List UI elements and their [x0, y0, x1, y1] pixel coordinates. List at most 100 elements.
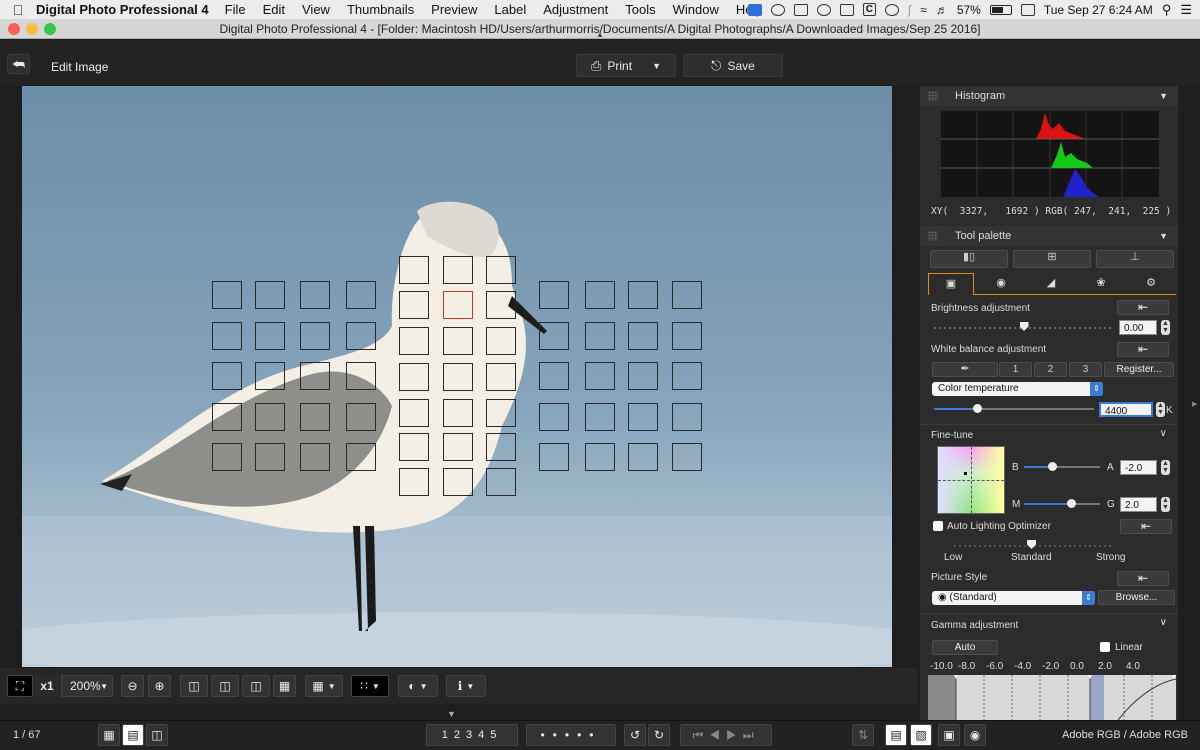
tab-tone-curve[interactable]: ◢ [1028, 273, 1074, 295]
chevron-down-icon[interactable]: ▼ [652, 61, 661, 71]
label-controls[interactable]: ••••• [526, 724, 616, 746]
volume-icon[interactable]: ♬ [936, 3, 948, 17]
menu-preview[interactable]: Preview [431, 2, 477, 17]
magenta-green-handle[interactable] [1067, 499, 1077, 508]
rotate-left-button[interactable]: ↺ [624, 724, 646, 746]
rating-2[interactable]: 2 [454, 729, 466, 741]
rotate-right-button[interactable]: ↻ [648, 724, 670, 746]
battery-icon[interactable] [989, 4, 1012, 15]
wb-preset-2[interactable]: 2 [1034, 362, 1067, 377]
color-balance-grid[interactable] [937, 446, 1005, 514]
gamma-auto-button[interactable]: Auto [932, 640, 998, 655]
edit-image-window-button[interactable]: ▤ [885, 724, 907, 746]
document-icon[interactable] [839, 3, 854, 16]
menu-adjustment[interactable]: Adjustment [543, 2, 608, 17]
navigation-controls[interactable]: ⏮◀▶⏭ [680, 724, 772, 746]
panel-expand-arrow-icon[interactable]: ▶ [1192, 400, 1197, 408]
brightness-value[interactable]: 0.00 [1119, 320, 1157, 335]
menu-thumbnails[interactable]: Thumbnails [347, 2, 414, 17]
fit-view-button[interactable]: ▣ [938, 724, 960, 746]
bluetooth-icon[interactable]: ∫ [908, 3, 911, 17]
notification-center-icon[interactable]: ☰ [1180, 2, 1192, 18]
rating-3[interactable]: 3 [466, 729, 478, 741]
expand-thumbnails-icon[interactable]: ▼ [447, 709, 456, 719]
tab-basic-adjustment[interactable]: ▣ [928, 273, 974, 295]
tab-color[interactable]: ❀ [1078, 273, 1124, 295]
zoom-x1-button[interactable]: x1 [34, 675, 60, 697]
double-chevron-icon[interactable]: ∨ [1160, 617, 1167, 628]
wifi-icon[interactable]: ≈ [920, 3, 927, 17]
dropbox-icon[interactable] [747, 3, 762, 16]
color-balance-point[interactable] [964, 472, 967, 475]
filmstrip-bottom-button[interactable]: ▤ [122, 724, 144, 746]
gamma-curve-graph[interactable] [928, 675, 1176, 720]
zoom-out-button[interactable]: ⊖ [121, 675, 144, 697]
sync-icon[interactable] [770, 3, 785, 16]
double-chevron-icon[interactable]: ∨ [1160, 428, 1167, 439]
crop-tool-button[interactable]: ⊞ [1013, 250, 1091, 268]
chevron-down-icon[interactable]: ▼ [1159, 86, 1168, 106]
zoom-in-button[interactable]: ⊕ [148, 675, 171, 697]
tab-detail[interactable]: ◉ [978, 273, 1024, 295]
compare-view-button[interactable]: ◫ [242, 675, 270, 697]
print-button[interactable]: ⎙ Print ▼ [576, 54, 676, 77]
menu-view[interactable]: View [302, 2, 330, 17]
menubar-clock[interactable]: Tue Sep 27 6:24 AM [1044, 3, 1153, 17]
brightness-slider-handle[interactable] [1019, 322, 1029, 331]
picture-style-select[interactable]: ◉ (Standard) ⇕ [932, 591, 1095, 605]
globe-icon[interactable] [884, 3, 899, 16]
white-balance-reset-button[interactable]: ⇤ [1117, 342, 1169, 357]
spotlight-search-icon[interactable]: ⚲ [1162, 2, 1172, 18]
tool-palette-header[interactable]: Tool palette ▼ [920, 226, 1178, 246]
chevron-down-icon[interactable]: ▼ [1159, 226, 1168, 246]
histogram-toggle-button[interactable]: ▧ [910, 724, 932, 746]
grid-select[interactable]: ▦ ▼ [305, 675, 343, 697]
rating-5[interactable]: 5 [490, 729, 502, 741]
zoom-level-select[interactable]: 200% ▼ [61, 675, 113, 697]
blue-amber-handle[interactable] [1047, 462, 1057, 471]
gamma-header[interactable]: Gamma adjustment ∨ [920, 613, 1178, 633]
color-temperature-value[interactable]: 4400 [1099, 402, 1153, 417]
menu-label[interactable]: Label [494, 2, 526, 17]
camera-settings-button[interactable]: ◉ [964, 724, 986, 746]
sort-button[interactable]: ⇅ [852, 724, 874, 746]
save-button[interactable]: ⎋ Save [683, 54, 783, 77]
magenta-green-value[interactable]: 2.0 [1120, 497, 1157, 512]
zoom-window-button[interactable] [44, 23, 56, 35]
user-icon[interactable] [1020, 3, 1035, 16]
single-view-button[interactable]: ◫ [180, 675, 208, 697]
menu-window[interactable]: Window [673, 2, 719, 17]
alo-slider-handle[interactable] [1027, 540, 1036, 549]
wb-mode-select[interactable]: Color temperature ⇕ [932, 382, 1103, 396]
browse-button[interactable]: Browse... [1098, 590, 1175, 605]
alo-checkbox[interactable] [933, 521, 943, 531]
basic-adjust-tool-button[interactable]: ▮▯ [930, 250, 1008, 268]
blue-amber-stepper[interactable]: ▲ ▼ [1161, 460, 1170, 475]
back-button[interactable]: ⮪ [7, 54, 30, 74]
linear-checkbox[interactable] [1100, 642, 1110, 652]
brightness-stepper[interactable]: ▲ ▼ [1161, 320, 1170, 335]
wb-preset-1[interactable]: 1 [999, 362, 1032, 377]
af-points-select[interactable]: ∷ ▼ [351, 675, 389, 697]
info-display-select[interactable]: ℹ ▼ [446, 675, 486, 697]
menu-tools[interactable]: Tools [625, 2, 655, 17]
apple-icon[interactable]:  [0, 2, 36, 18]
temperature-stepper[interactable]: ▲ ▼ [1156, 402, 1165, 417]
minimize-window-button[interactable] [26, 23, 38, 35]
rating-4[interactable]: 4 [478, 729, 490, 741]
wb-preset-3[interactable]: 3 [1069, 362, 1102, 377]
highlight-warning-select[interactable]: ◐ ▼ [398, 675, 438, 697]
stamp-tool-button[interactable]: ⊥ [1096, 250, 1174, 268]
blue-amber-value[interactable]: -2.0 [1120, 460, 1157, 475]
menu-file[interactable]: File [225, 2, 246, 17]
collapse-toolbar-icon[interactable]: ▲ [596, 31, 604, 39]
shield-icon[interactable] [793, 3, 808, 16]
finetune-header[interactable]: Fine-tune ∨ [920, 424, 1178, 444]
register-button[interactable]: Register... [1104, 362, 1174, 377]
alo-reset-button[interactable]: ⇤ [1120, 519, 1172, 534]
brightness-reset-button[interactable]: ⇤ [1117, 300, 1169, 315]
menu-edit[interactable]: Edit [263, 2, 285, 17]
tray-app-icon[interactable]: C [862, 3, 876, 16]
rating-1[interactable]: 1 [442, 729, 454, 741]
rating-controls[interactable]: 1 2 3 4 5 [426, 724, 518, 746]
